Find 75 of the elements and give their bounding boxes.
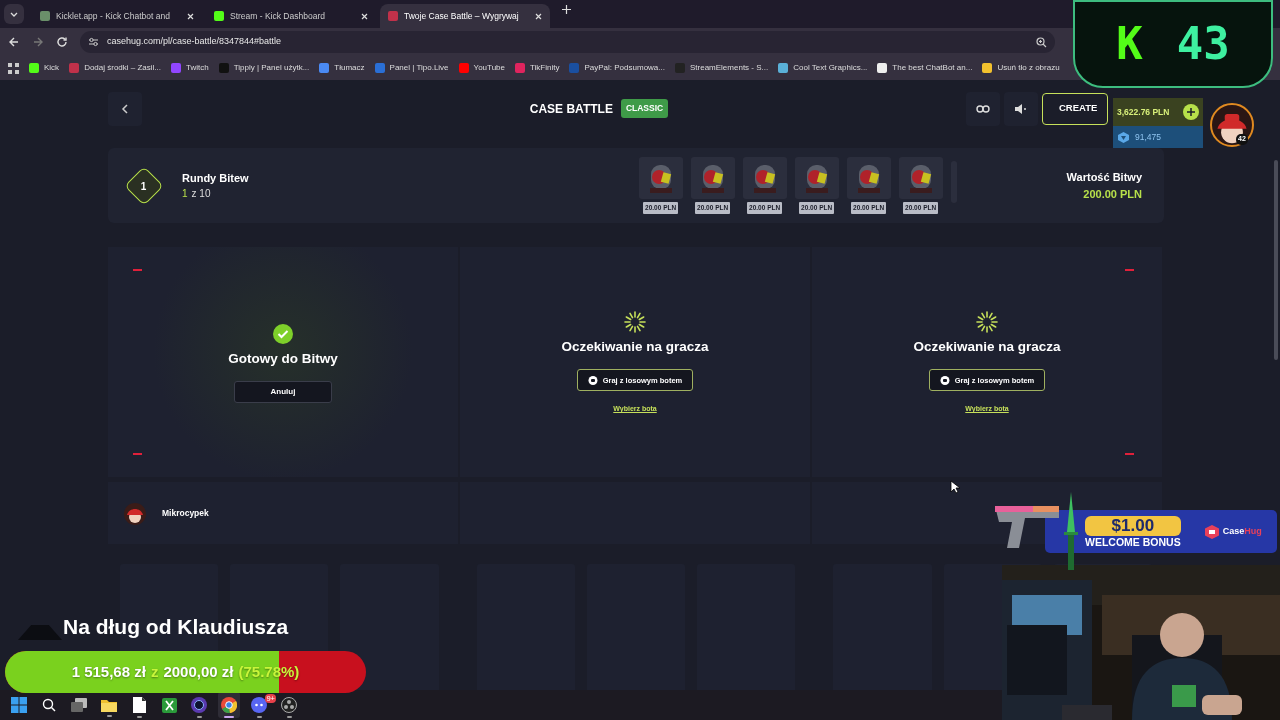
site-settings-icon[interactable] (88, 37, 99, 47)
speaker-icon[interactable] (1014, 102, 1028, 115)
user-avatar[interactable] (1210, 103, 1254, 147)
bookmark[interactable]: YouTube (458, 62, 505, 74)
browser-tab[interactable]: Stream - Kick Dashboard (206, 4, 376, 28)
gem-icon (1118, 131, 1129, 143)
spinner-icon (624, 309, 646, 334)
bookmark[interactable]: Panel | Tipo.Live (374, 62, 449, 74)
bookmark[interactable]: Tipply | Panel użytk... (218, 62, 310, 74)
bookmark[interactable]: TikFinity (515, 62, 560, 74)
chevron-down-icon[interactable] (10, 11, 18, 17)
gems-panel: 91,475 (1113, 126, 1203, 148)
sound-button[interactable] (1004, 91, 1038, 126)
tab-list-button[interactable] (4, 4, 24, 24)
chevron-left-icon[interactable] (121, 103, 129, 114)
bookmark[interactable]: Cool Text Graphics... (778, 62, 868, 74)
player-avatar (124, 501, 146, 525)
goal-title: Na dług od Klaudiusza (63, 614, 289, 640)
follower-counter: K 43 (1073, 0, 1273, 88)
bonus-caption: WELCOME BONUS (1085, 535, 1181, 548)
current-round: 1 (182, 188, 188, 200)
back-icon[interactable] (8, 36, 20, 48)
goal-raised: 1 515,68 zł (71, 661, 146, 682)
case-icon (638, 157, 683, 200)
create-battle-button[interactable]: CREATE (1042, 92, 1108, 125)
forward-icon[interactable] (32, 36, 44, 48)
slot-status: Oczekiwanie na gracza (913, 338, 1061, 357)
mode-badge: CLASSIC (620, 99, 669, 118)
address-bar[interactable]: casehug.com/pl/case-battle/8347844#battle (80, 31, 1055, 53)
bookmark[interactable]: Twitch (171, 62, 209, 74)
link-icon[interactable] (976, 104, 990, 113)
cursor-icon (950, 480, 960, 494)
bonus-amount: $1.00 (1085, 515, 1181, 536)
case-icon (794, 157, 839, 200)
add-funds-button[interactable] (1183, 104, 1199, 120)
plus-icon[interactable] (1187, 108, 1195, 116)
robot-icon[interactable] (939, 375, 950, 386)
goal-of: z (150, 661, 159, 682)
cancel-button[interactable]: Anuluj (234, 381, 332, 404)
cube-icon (1204, 524, 1219, 539)
bookmark[interactable]: The best ChatBot an... (877, 62, 973, 74)
bookmark[interactable]: Usuń tło z obrazu (982, 62, 1060, 74)
corner-mark (1125, 453, 1134, 455)
case-icon (846, 157, 891, 200)
bookmark[interactable]: Kick (29, 62, 60, 74)
round-total: z 10 (191, 188, 211, 200)
browser-tab[interactable]: Twoje Case Battle – Wygrywaj (380, 4, 550, 28)
bookmark[interactable]: PayPal: Podsumowa... (569, 62, 665, 74)
balance-panel: 3,622.76 PLN (1113, 98, 1203, 126)
battle-value: 200.00 PLN (1082, 186, 1142, 202)
slot-status: Oczekiwanie na gracza (561, 338, 709, 357)
reload-icon[interactable] (56, 36, 68, 48)
brand-logo: CaseHug (1222, 524, 1262, 538)
bookmark[interactable]: Tłumacz (319, 62, 365, 74)
scrollbar-thumb[interactable] (1274, 160, 1278, 360)
zoom-icon[interactable] (1036, 36, 1047, 48)
goal-target: 2000,00 zł (163, 661, 234, 682)
case-icon (690, 157, 735, 200)
bookmark[interactable]: Dodaj środki – Zasil... (69, 62, 162, 74)
corner-mark (133, 269, 142, 271)
corner-mark (1125, 269, 1134, 271)
case-icon (742, 157, 787, 200)
corner-mark (133, 453, 142, 455)
rounds-label: Rundy Bitew (182, 170, 249, 186)
case-icon (898, 157, 943, 200)
spinner-icon (976, 309, 998, 334)
browser-tab[interactable]: Kicklet.app - Kick Chatbot and (32, 4, 202, 28)
apps-icon[interactable] (8, 62, 19, 74)
battle-value-label: Wartość Bitwy (1066, 170, 1142, 185)
bookmark[interactable]: StreamElements - S... (674, 62, 769, 74)
share-link-button[interactable] (966, 91, 1000, 126)
slot-status: Gotowy do Bitwy (228, 349, 338, 368)
robot-icon[interactable] (587, 375, 598, 386)
page-title: CASE BATTLE (529, 100, 613, 118)
player-name: Mikrocypek (162, 506, 209, 520)
